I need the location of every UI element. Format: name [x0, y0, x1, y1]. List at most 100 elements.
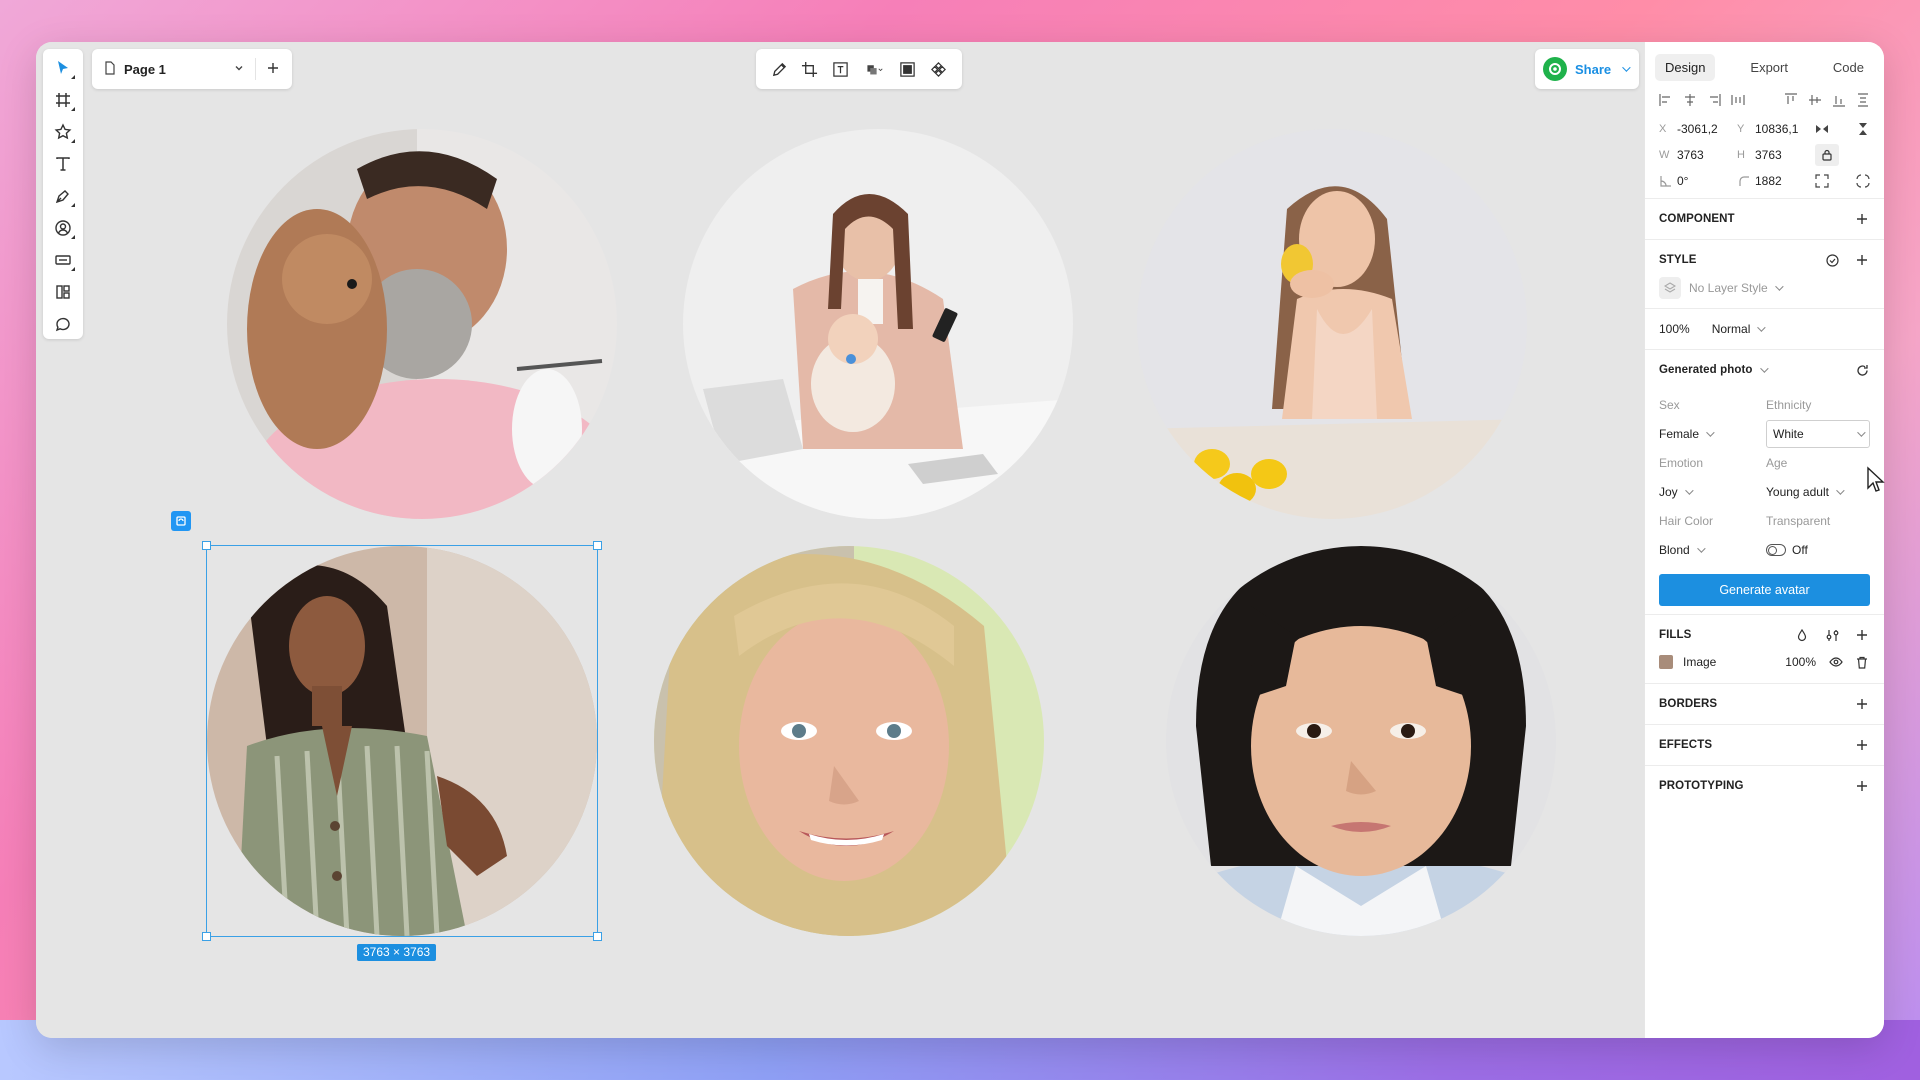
add-prototype-icon[interactable]	[1854, 778, 1870, 794]
transparent-toggle[interactable]: Off	[1766, 535, 1870, 564]
flip-vertical-icon[interactable]	[1856, 122, 1870, 136]
generated-photo-label: Generated photo	[1659, 364, 1753, 376]
chevron-down-icon[interactable]	[233, 62, 245, 77]
align-bottom-icon[interactable]	[1832, 93, 1846, 107]
h-input[interactable]: 3763	[1755, 148, 1815, 162]
prototyping-section: PROTOTYPING	[1645, 765, 1884, 806]
sex-dropdown[interactable]: Female	[1659, 419, 1758, 448]
y-input[interactable]: 10836,1	[1755, 122, 1815, 136]
radius-input[interactable]: 1882	[1755, 174, 1815, 188]
hair-color-value: Blond	[1659, 542, 1690, 557]
layer-style-value: No Layer Style	[1689, 281, 1768, 295]
fill-opacity[interactable]: 100%	[1785, 655, 1816, 669]
tab-code[interactable]: Code	[1823, 54, 1874, 81]
tab-export[interactable]: Export	[1740, 54, 1798, 81]
add-component-icon[interactable]	[1854, 211, 1870, 227]
add-fill-icon[interactable]	[1854, 627, 1870, 643]
align-center-icon[interactable]	[1683, 93, 1697, 107]
align-left-icon[interactable]	[1659, 93, 1673, 107]
generated-photo-params: Sex Ethnicity Female White Emotion Age J…	[1645, 390, 1884, 564]
w-input[interactable]: 3763	[1677, 148, 1737, 162]
pencil-icon[interactable]	[765, 58, 793, 80]
generated-photo-title[interactable]: Generated photo	[1659, 364, 1854, 376]
age-value: Young adult	[1766, 484, 1829, 499]
left-toolbar	[43, 49, 83, 339]
generate-avatar-button[interactable]: Generate avatar	[1659, 574, 1870, 606]
sex-label: Sex	[1659, 397, 1680, 412]
component-title: COMPONENT	[1659, 213, 1735, 225]
add-page-icon[interactable]	[266, 61, 280, 78]
pen-icon[interactable]	[49, 185, 77, 207]
x-input[interactable]: -3061,2	[1677, 122, 1737, 136]
fills-title: FILLS	[1659, 629, 1692, 641]
blend-mode-dropdown[interactable]: Normal	[1712, 322, 1767, 336]
fullscreen-icon[interactable]	[1815, 174, 1843, 188]
lock-ratio-icon[interactable]	[1815, 144, 1839, 166]
share-button[interactable]: Share	[1535, 49, 1639, 89]
refresh-icon[interactable]	[1854, 362, 1870, 378]
transparent-label: Transparent	[1766, 513, 1831, 528]
resize-handle-bottom-left[interactable]	[202, 932, 211, 941]
corner-radius-icon	[1737, 174, 1755, 188]
age-dropdown[interactable]: Young adult	[1766, 477, 1870, 506]
crop-icon[interactable]	[796, 58, 824, 80]
regenerate-icon[interactable]	[171, 511, 191, 531]
plugin-icon[interactable]	[49, 281, 77, 303]
align-right-icon[interactable]	[1707, 93, 1721, 107]
fill-row[interactable]: Image 100%	[1645, 649, 1884, 675]
layer-style-row[interactable]: No Layer Style	[1645, 274, 1884, 302]
comment-icon[interactable]	[49, 313, 77, 335]
rotation-input[interactable]: 0°	[1677, 174, 1737, 188]
trash-icon[interactable]	[1854, 654, 1870, 670]
align-top-icon[interactable]	[1784, 93, 1798, 107]
w-label: W	[1659, 149, 1670, 161]
component-icon[interactable]	[49, 249, 77, 271]
ethnicity-value: White	[1773, 426, 1804, 441]
mask-icon[interactable]	[894, 58, 922, 80]
text-icon[interactable]	[49, 153, 77, 175]
photo-man-with-dog[interactable]	[227, 129, 617, 519]
resize-handle-top-right[interactable]	[593, 541, 602, 550]
emotion-label: Emotion	[1659, 455, 1704, 470]
adjust-icon[interactable]	[1824, 627, 1840, 643]
flip-horizontal-icon[interactable]	[1815, 122, 1843, 136]
eye-icon[interactable]	[1828, 654, 1844, 670]
transparent-value: Off	[1792, 542, 1808, 557]
boolean-icon[interactable]	[857, 58, 891, 80]
resize-handle-bottom-right[interactable]	[593, 932, 602, 941]
distribute-horizontal-icon[interactable]	[1731, 93, 1745, 107]
move-icon[interactable]	[49, 57, 77, 79]
distribute-vertical-icon[interactable]	[1856, 93, 1870, 107]
align-middle-icon[interactable]	[1808, 93, 1822, 107]
ethnicity-dropdown[interactable]: White	[1766, 419, 1870, 448]
canvas[interactable]: Page 1 Share 3763 × 3763	[36, 42, 1644, 1038]
star-icon[interactable]	[49, 121, 77, 143]
transform-grid: X -3061,2 Y 10836,1 W 3763 H 3763 0° 188…	[1645, 116, 1884, 194]
photo-mother-with-baby[interactable]	[683, 129, 1073, 519]
photo-blonde-woman[interactable]	[654, 546, 1044, 936]
opacity-drop-icon[interactable]	[1794, 627, 1810, 643]
page-selector[interactable]: Page 1	[92, 49, 292, 89]
resize-handle-top-left[interactable]	[202, 541, 211, 550]
emotion-dropdown[interactable]: Joy	[1659, 477, 1758, 506]
style-check-icon[interactable]	[1824, 252, 1840, 268]
selection-box[interactable]	[202, 541, 602, 941]
tab-design[interactable]: Design	[1655, 53, 1716, 81]
effects-title: EFFECTS	[1659, 739, 1713, 751]
text-box-icon[interactable]	[827, 58, 855, 80]
avatar-icon[interactable]	[49, 217, 77, 239]
frame-icon[interactable]	[49, 89, 77, 111]
independent-corners-icon[interactable]	[1856, 174, 1870, 188]
chevron-down-icon	[1622, 63, 1631, 72]
add-effect-icon[interactable]	[1854, 737, 1870, 753]
opacity-input[interactable]: 100%	[1659, 322, 1690, 336]
hair-color-dropdown[interactable]: Blond	[1659, 535, 1758, 564]
add-border-icon[interactable]	[1854, 696, 1870, 712]
component-diamond-icon[interactable]	[925, 58, 953, 80]
photo-child[interactable]	[1166, 546, 1556, 936]
photo-woman-with-lemons[interactable]	[1137, 129, 1527, 519]
layer-style-dropdown[interactable]: No Layer Style	[1689, 281, 1784, 295]
add-style-icon[interactable]	[1854, 252, 1870, 268]
borders-title: BORDERS	[1659, 698, 1718, 710]
image-fill-thumbnail[interactable]	[1659, 655, 1673, 669]
